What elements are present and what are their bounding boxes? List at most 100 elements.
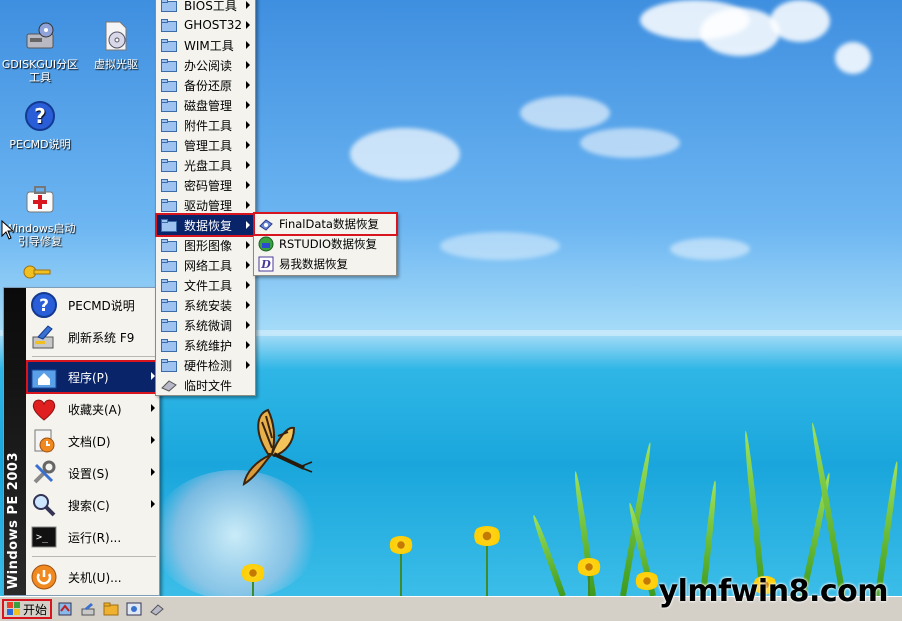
folder-icon [161,238,177,252]
programs-item[interactable]: 驱动管理 [157,195,255,215]
start-item-refresh[interactable]: 刷新系统 F9 [28,322,159,352]
programs-item[interactable]: 办公阅读 [157,55,255,75]
svg-text:D: D [260,258,271,271]
help-icon: ? [31,292,57,318]
programs-item[interactable]: 系统安装 [157,295,255,315]
menu-separator [32,556,156,557]
programs-item[interactable]: 磁盘管理 [157,95,255,115]
menu-separator [32,356,156,357]
programs-item[interactable]: 光盘工具 [157,155,255,175]
programs-item[interactable]: 附件工具 [157,115,255,135]
recovery-item-finaldata[interactable]: FinalData数据恢复 [253,212,398,236]
programs-item[interactable]: 数据恢复 [155,213,257,237]
programs-item-label: 密码管理 [184,178,233,193]
cloud [770,0,830,42]
recovery-item-easeus[interactable]: D 易我数据恢复 [255,254,396,274]
programs-item[interactable]: BIOS工具 [157,0,255,15]
submenu-arrow-icon [246,261,250,269]
submenu-arrow-icon [246,101,250,109]
start-item-label: 文档(D) [68,434,111,449]
folder-icon [161,258,177,272]
programs-item[interactable]: 备份还原 [157,75,255,95]
recovery-item-label: FinalData数据恢复 [279,217,379,231]
programs-item[interactable]: WIM工具 [157,35,255,55]
programs-item[interactable]: 系统维护 [157,335,255,355]
start-item-shutdown[interactable]: 关机(U)... [28,562,159,592]
programs-item[interactable]: 系统微调 [157,315,255,335]
submenu-arrow-icon [246,341,250,349]
settings-icon [33,460,56,484]
submenu-arrow-icon [246,181,250,189]
recovery-item-rstudio[interactable]: RSTUDIO数据恢复 [255,234,396,254]
explorer-icon[interactable] [57,601,73,617]
programs-item-label: GHOST32 [184,18,242,32]
programs-item-label: WIM工具 [184,38,234,53]
picture-icon[interactable] [126,601,142,617]
search-icon [33,494,56,517]
submenu-arrow-icon [246,121,250,129]
tools-icon[interactable] [80,601,96,617]
programs-item[interactable]: 文件工具 [157,275,255,295]
windows-logo-icon [7,602,20,615]
grass-blade [742,430,766,596]
documents-icon [34,429,55,453]
folder-icon [161,298,177,312]
recovery-item-label: 易我数据恢复 [279,257,348,271]
folder-icon [161,198,177,212]
cloud [670,238,750,260]
folder-icon [161,158,177,172]
start-item-label: 关机(U)... [68,570,122,585]
eraser-icon[interactable] [149,601,165,617]
finaldata-icon [259,219,273,231]
rstudio-icon [258,236,274,252]
programs-item[interactable]: 硬件检测 [157,355,255,375]
start-button-label: 开始 [23,602,48,617]
folder-icon[interactable] [103,601,119,617]
flower [388,536,414,554]
start-item-run[interactable]: >_ 运行(R)... [28,522,159,552]
submenu-arrow-icon [246,241,250,249]
programs-item-label: 附件工具 [184,118,233,133]
start-item-search[interactable]: 搜索(C) [28,490,159,520]
shutdown-icon [31,564,57,590]
folder-icon [161,178,177,192]
recovery-item-label: RSTUDIO数据恢复 [279,237,378,251]
programs-item-label: 系统微调 [184,318,233,333]
start-item-documents[interactable]: 文档(D) [28,426,159,456]
folder-icon [161,358,177,372]
programs-item-label: 系统安装 [184,298,233,313]
start-button[interactable]: 开始 [2,599,52,619]
folder-icon [161,58,177,72]
programs-item[interactable]: GHOST32 [157,15,255,35]
start-item-settings[interactable]: 设置(S) [28,458,159,488]
start-item-label: 刷新系统 F9 [68,330,135,345]
desktop-icon-gdiskgui[interactable]: GDISKGUI分区 工具 [0,20,80,84]
desktop-icon-label: GDISKGUI分区 工具 [1,58,79,84]
programs-item[interactable]: 网络工具 [157,255,255,275]
start-item-programs[interactable]: 程序(P) [26,360,161,394]
grass-blade [809,422,846,596]
programs-item-label: 备份还原 [184,78,233,93]
submenu-arrow-icon [151,436,155,444]
run-icon: >_ [31,526,57,548]
submenu-arrow-icon [246,1,250,9]
programs-item-label: 网络工具 [184,258,233,273]
programs-item[interactable]: 临时文件 [157,375,255,395]
programs-item[interactable]: 管理工具 [157,135,255,155]
desktop-icon-pecmd[interactable]: ? PECMD说明 [0,100,80,151]
start-item-label: 搜索(C) [68,498,110,513]
desktop-icon-virtual-cd[interactable]: 虚拟光驱 [76,20,156,71]
programs-item[interactable]: 密码管理 [157,175,255,195]
folder-icon [161,218,177,232]
flower-stem [400,548,402,596]
flower-stem [486,540,488,596]
start-item-label: 收藏夹(A) [68,402,122,417]
programs-item[interactable]: 图形图像 [157,235,255,255]
start-item-favorites[interactable]: 收藏夹(A) [28,394,159,424]
submenu-arrow-icon [246,281,250,289]
virtual-cd-icon [105,21,127,51]
grass-blade [530,514,566,596]
submenu-arrow-icon [246,81,250,89]
start-item-pecmd-help[interactable]: ? PECMD说明 [28,290,159,320]
svg-text:?: ? [34,104,46,128]
